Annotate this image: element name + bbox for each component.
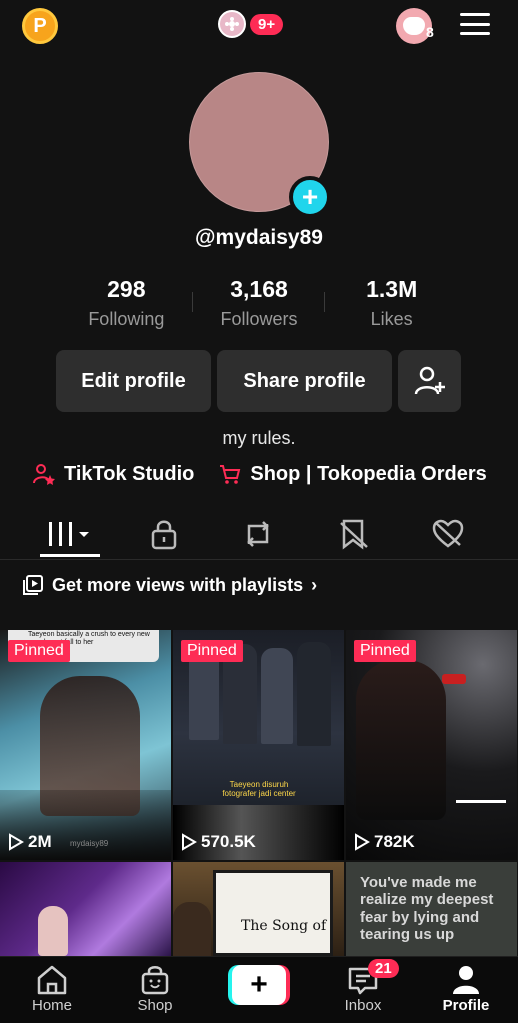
plus-icon: +	[232, 965, 286, 1005]
liked-hidden-icon	[432, 519, 464, 548]
play-icon	[355, 833, 370, 851]
creator-star-icon	[33, 464, 55, 485]
stat-following[interactable]: 298 Following	[60, 276, 193, 336]
friend-face-icon	[403, 17, 425, 35]
nav-profile-label: Profile	[442, 997, 490, 1014]
bottom-navigation: Home Shop + 21 Inbox Profile	[0, 956, 518, 1023]
video-thumbnail[interactable]: Pinned Taeyeon disuruh fotografer jadi c…	[173, 630, 344, 860]
tiktok-studio-link[interactable]: TikTok Studio	[32, 462, 194, 486]
account-avatar-small	[218, 10, 246, 38]
menu-icon[interactable]	[460, 13, 490, 35]
profile-stats: 298 Following 3,168 Followers 1.3M Likes	[60, 276, 458, 336]
nav-home[interactable]: Home	[7, 963, 97, 1014]
bio: my rules.	[222, 428, 296, 448]
tab-private[interactable]	[134, 508, 194, 560]
stat-likes[interactable]: 1.3M Likes	[325, 276, 458, 336]
tab-favorites[interactable]	[324, 508, 384, 560]
share-profile-button[interactable]: Share profile	[217, 350, 392, 412]
pinned-badge: Pinned	[8, 640, 70, 662]
cart-icon	[220, 465, 241, 484]
stat-label: Followers	[220, 309, 298, 329]
home-icon	[37, 965, 67, 995]
content-tabs	[0, 508, 518, 560]
add-user-icon	[414, 366, 445, 395]
playlist-prompt[interactable]: Get more views with playlists ›	[22, 574, 317, 596]
flower-icon	[225, 17, 239, 31]
stat-value: 298	[107, 276, 146, 302]
coin-icon[interactable]: P	[22, 8, 58, 44]
account-switcher[interactable]: 9+	[218, 10, 284, 38]
tab-reposts[interactable]	[228, 508, 288, 560]
profile-links: TikTok Studio Shop | Tokopedia Orders	[32, 462, 487, 486]
coin-label: P	[33, 14, 47, 37]
notification-badge: 9+	[250, 13, 284, 35]
video-thumbnail[interactable]: You've made me realize my deepest fear b…	[346, 862, 517, 956]
lock-icon	[151, 520, 177, 550]
view-count-value: 782K	[374, 832, 415, 851]
friends-count: 8	[426, 24, 434, 40]
username: @mydaisy89	[195, 226, 323, 249]
profile-icon	[453, 966, 479, 994]
stat-label: Following	[88, 309, 165, 329]
video-thumbnail[interactable]: Taeyeon basically a crush to every new g…	[0, 630, 171, 860]
profile-avatar-container: +	[189, 72, 331, 218]
stat-followers[interactable]: 3,168 Followers	[193, 276, 326, 336]
stat-value: 1.3M	[366, 276, 418, 302]
nav-shop-label: Shop	[137, 997, 173, 1014]
video-thumbnail[interactable]: The Song of	[173, 862, 344, 956]
video-thumbnail[interactable]: Pinned 782K	[346, 630, 517, 860]
video-watermark: mydaisy89	[70, 839, 109, 848]
profile-actions: Edit profile Share profile	[56, 350, 461, 412]
video-caption: The Song of	[241, 918, 327, 934]
video-overlay-text: You've made me realize my deepest fear b…	[360, 874, 494, 943]
edit-profile-button[interactable]: Edit profile	[56, 350, 211, 412]
tab-videos[interactable]	[40, 508, 100, 560]
nav-home-label: Home	[31, 997, 72, 1014]
view-count-value: 2M	[28, 832, 52, 851]
nav-shop[interactable]: Shop	[110, 963, 200, 1014]
repost-icon	[247, 521, 269, 547]
add-avatar-button[interactable]: +	[289, 176, 331, 218]
stat-value: 3,168	[230, 276, 288, 302]
play-icon	[182, 833, 197, 851]
tiktok-studio-label: TikTok Studio	[64, 462, 195, 485]
view-count: 570.5K	[181, 832, 256, 852]
stat-label: Likes	[370, 309, 413, 329]
view-count: 782K	[354, 832, 415, 852]
video-caption: Taeyeon disuruh fotografer jadi center	[222, 780, 296, 798]
pinned-badge: Pinned	[181, 640, 243, 662]
view-count: 2M	[8, 832, 52, 852]
active-tab-indicator	[40, 554, 100, 557]
shop-orders-label: Shop | Tokopedia Orders	[250, 462, 487, 485]
play-icon	[9, 833, 24, 851]
nav-profile[interactable]: Profile	[421, 963, 511, 1014]
bookmark-hidden-icon	[340, 519, 368, 550]
nav-inbox[interactable]: 21 Inbox	[318, 959, 408, 1014]
create-button[interactable]: +	[228, 965, 290, 1005]
shop-orders-link[interactable]: Shop | Tokopedia Orders	[218, 462, 487, 486]
grid-icon	[49, 522, 89, 546]
nav-inbox-label: Inbox	[344, 997, 382, 1014]
playlist-prompt-label: Get more views with playlists	[52, 574, 304, 595]
playlist-icon	[23, 575, 43, 595]
view-count-value: 570.5K	[201, 832, 256, 851]
pinned-badge: Pinned	[354, 640, 416, 662]
video-thumbnail[interactable]	[0, 862, 171, 956]
shopping-bag-icon	[141, 966, 169, 995]
inbox-badge: 21	[368, 959, 399, 978]
chevron-right-icon: ›	[311, 574, 318, 595]
tab-liked[interactable]	[418, 508, 478, 560]
add-friend-button[interactable]	[398, 350, 461, 412]
top-bar: P 9+ 8	[0, 0, 518, 52]
